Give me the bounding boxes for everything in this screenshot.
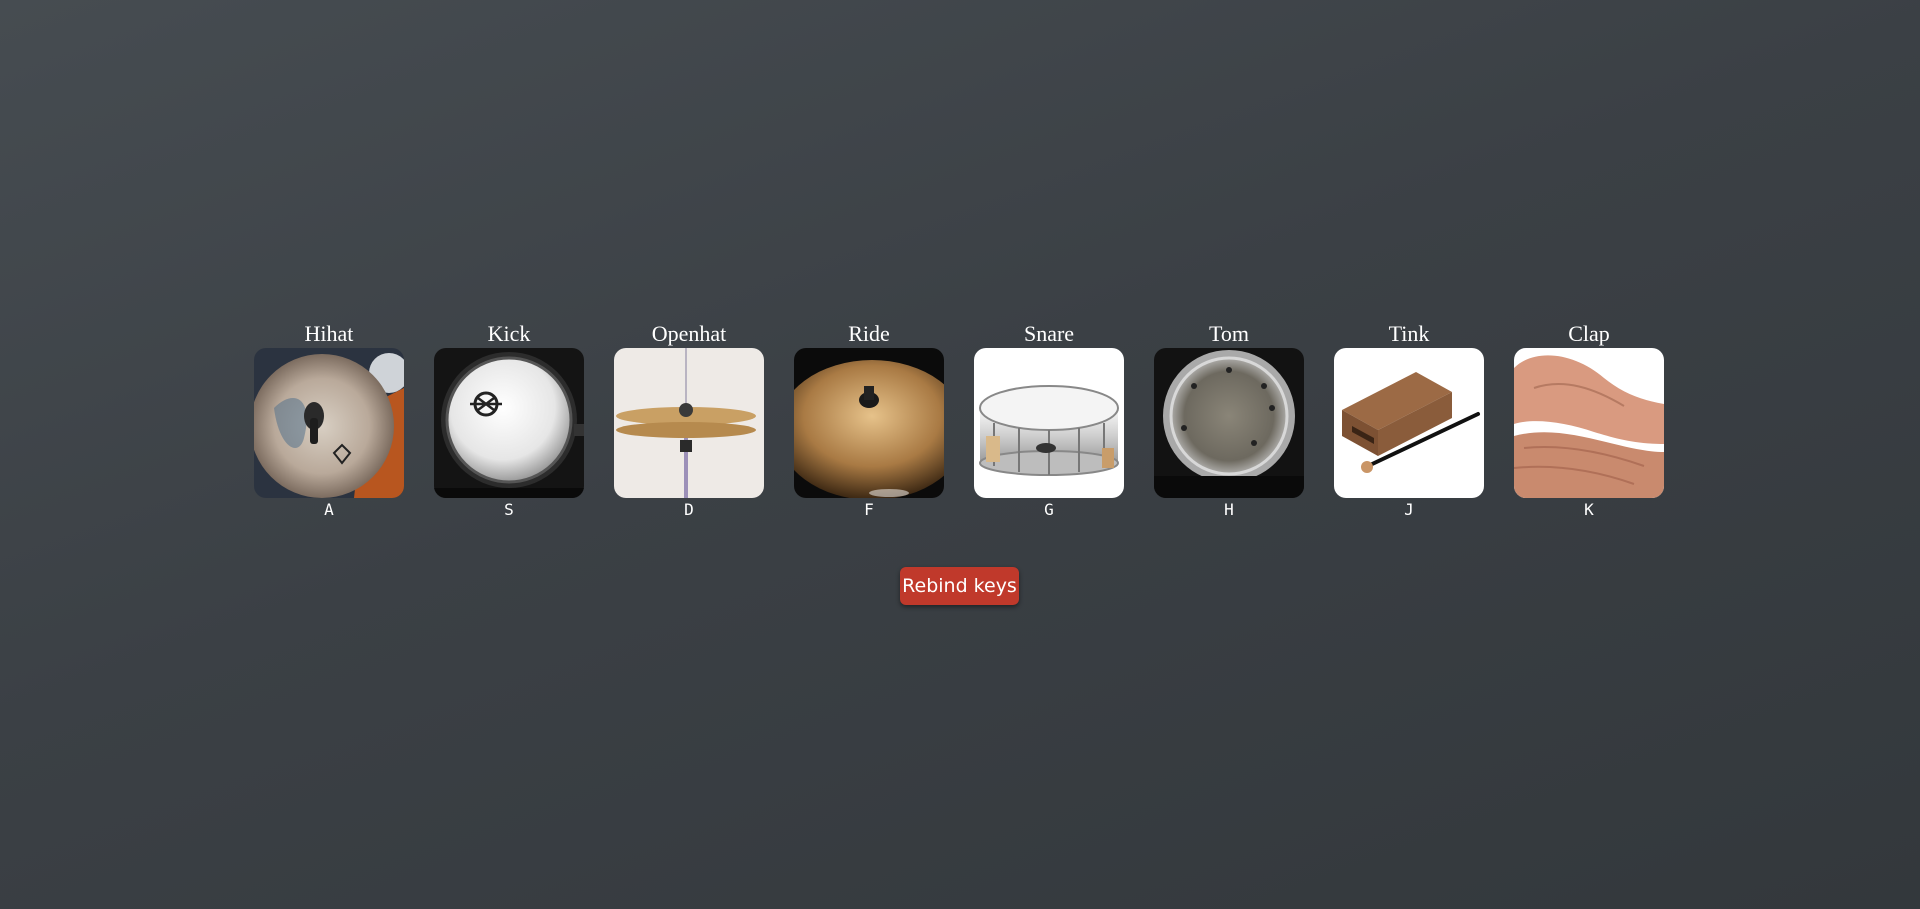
pad-label: Ride bbox=[848, 321, 890, 346]
pad-label: Clap bbox=[1568, 321, 1610, 346]
pad-label: Hihat bbox=[304, 321, 354, 346]
ride-cymbal-image[interactable] bbox=[794, 348, 944, 498]
key-hint: G bbox=[1044, 500, 1054, 519]
key-hint: K bbox=[1584, 500, 1594, 519]
key-hint: S bbox=[504, 500, 514, 519]
pad-openhat[interactable]: Openhat D bbox=[614, 320, 764, 522]
key-hint: J bbox=[1404, 500, 1414, 519]
pad-label: Tink bbox=[1388, 321, 1430, 346]
rebind-keys-button[interactable]: Rebind keys bbox=[900, 567, 1019, 605]
pad-tom[interactable]: Tom H bbox=[1154, 320, 1304, 522]
pad-label: Snare bbox=[1023, 321, 1075, 346]
pad-hihat[interactable]: Hihat A bbox=[254, 320, 404, 522]
hihat-cymbal-image[interactable] bbox=[254, 348, 404, 498]
openhat-cymbal-image[interactable] bbox=[614, 348, 764, 498]
pad-label: Tom bbox=[1208, 321, 1249, 346]
clapping-hands-image[interactable] bbox=[1514, 348, 1664, 498]
key-hint: H bbox=[1224, 500, 1234, 519]
pad-label: Openhat bbox=[651, 321, 727, 346]
drum-pads: Hihat A Kick S Openhat D Ride F Snare G … bbox=[254, 320, 1664, 522]
pad-clap[interactable]: Clap K bbox=[1514, 320, 1664, 522]
tom-drum-image[interactable] bbox=[1154, 348, 1304, 498]
key-hint: A bbox=[324, 500, 334, 519]
pad-tink[interactable]: Tink J bbox=[1334, 320, 1484, 522]
key-hint: D bbox=[684, 500, 694, 519]
kick-drum-image[interactable] bbox=[434, 348, 584, 498]
key-hint: F bbox=[864, 500, 874, 519]
pad-label: Kick bbox=[487, 321, 531, 346]
snare-drum-image[interactable] bbox=[974, 348, 1124, 498]
wood-block-image[interactable] bbox=[1334, 348, 1484, 498]
pad-ride[interactable]: Ride F bbox=[794, 320, 944, 522]
pad-kick[interactable]: Kick S bbox=[434, 320, 584, 522]
pad-snare[interactable]: Snare G bbox=[974, 320, 1124, 522]
